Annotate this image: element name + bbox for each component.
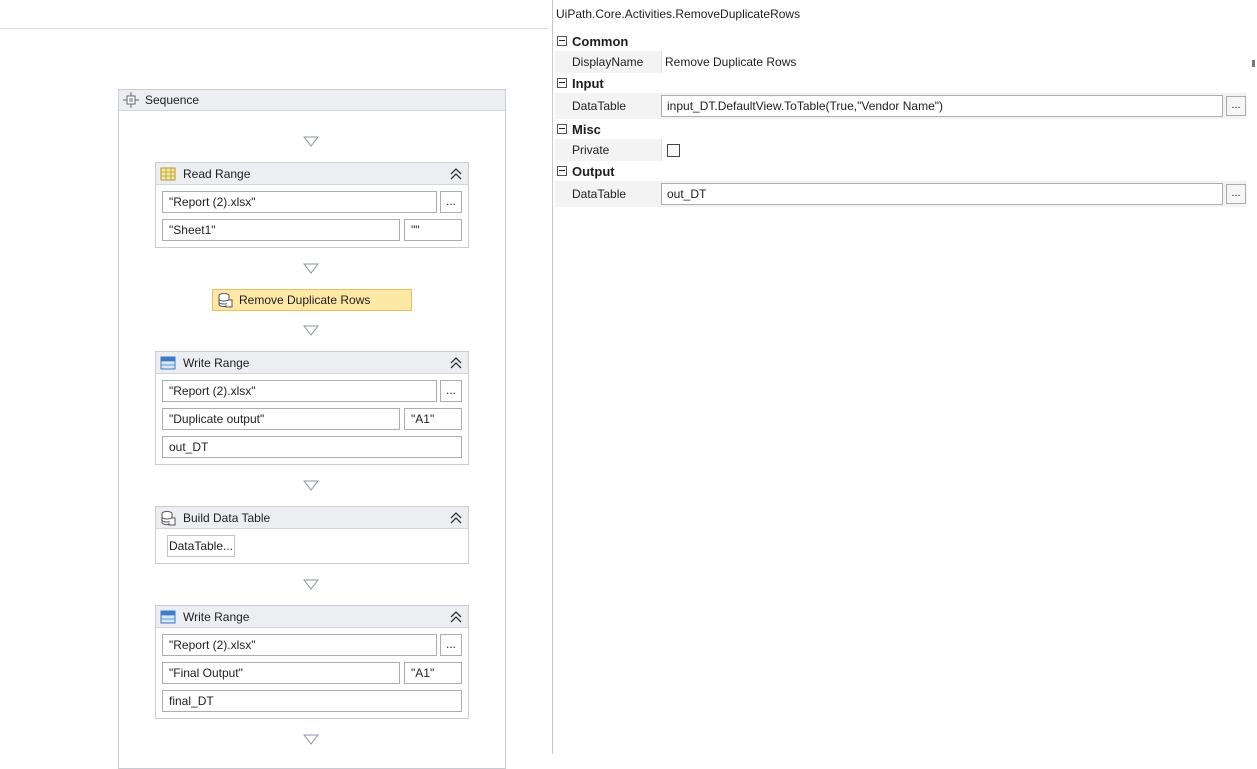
datatable-input[interactable]: final_DT: [162, 690, 462, 712]
property-row-displayname: DisplayName Remove Duplicate Rows: [555, 51, 1247, 73]
property-label: DataTable: [572, 187, 627, 201]
collapse-icon[interactable]: [450, 611, 462, 623]
write-range-header[interactable]: Write Range: [156, 606, 468, 628]
datatable-icon: [161, 510, 176, 525]
write-range-title: Write Range: [183, 609, 250, 624]
category-misc[interactable]: Misc: [555, 119, 1247, 139]
browse-button[interactable]: ...: [440, 380, 462, 402]
sequence-title: Sequence: [145, 93, 200, 107]
write-range-header[interactable]: Write Range: [156, 352, 468, 374]
property-row-private: Private: [555, 139, 1247, 161]
collapse-icon[interactable]: [450, 357, 462, 369]
collapse-minus-icon[interactable]: [557, 166, 567, 176]
property-row-output-datatable: DataTable out_DT ...: [555, 181, 1247, 207]
starting-cell-input[interactable]: "A1": [404, 662, 462, 684]
read-range-title: Read Range: [183, 166, 251, 181]
datatable-input[interactable]: out_DT: [162, 436, 462, 458]
excel-read-icon: [160, 167, 176, 180]
write-range-title: Write Range: [183, 355, 250, 370]
browse-button[interactable]: ...: [440, 191, 462, 213]
excel-write-icon: [160, 610, 176, 623]
write-range-activity[interactable]: Write Range "Report (2).xlsx" ... "Dupli…: [155, 351, 469, 465]
workbook-path-input[interactable]: "Report (2).xlsx": [162, 634, 437, 656]
scrollbar[interactable]: [1252, 60, 1255, 67]
category-label: Common: [572, 33, 629, 49]
collapse-minus-icon[interactable]: [557, 36, 567, 46]
starting-cell-input[interactable]: "A1": [404, 408, 462, 430]
private-value: [661, 139, 1247, 161]
properties-title: UiPath.Core.Activities.RemoveDuplicateRo…: [556, 7, 801, 21]
remove-duplicate-rows-activity[interactable]: Remove Duplicate Rows: [212, 289, 412, 311]
sequence-header[interactable]: Sequence: [119, 90, 505, 111]
designer-toolbar: [0, 0, 548, 29]
range-input[interactable]: "": [404, 219, 462, 241]
category-output[interactable]: Output: [555, 161, 1247, 181]
property-grid: Common DisplayName Remove Duplicate Rows…: [555, 31, 1247, 207]
datatable-button[interactable]: DataTable...: [167, 535, 235, 557]
excel-write-icon: [160, 356, 176, 369]
property-row-input-datatable: DataTable input_DT.DefaultView.ToTable(T…: [555, 93, 1247, 119]
output-datatable-value: out_DT ...: [661, 181, 1247, 207]
input-datatable-value: input_DT.DefaultView.ToTable(True,"Vendo…: [661, 93, 1247, 119]
collapse-icon[interactable]: [450, 512, 462, 524]
browse-button[interactable]: ...: [1226, 96, 1246, 116]
input-datatable-field[interactable]: input_DT.DefaultView.ToTable(True,"Vendo…: [661, 95, 1223, 117]
category-label: Input: [572, 75, 604, 91]
property-label: Private: [572, 143, 610, 157]
displayname-value[interactable]: Remove Duplicate Rows: [661, 51, 1247, 73]
category-label: Output: [572, 163, 615, 179]
browse-button[interactable]: ...: [440, 634, 462, 656]
collapse-icon[interactable]: [450, 168, 462, 180]
build-data-table-header[interactable]: Build Data Table: [156, 507, 468, 529]
workbook-path-input[interactable]: "Report (2).xlsx": [162, 380, 437, 402]
category-label: Misc: [572, 121, 601, 137]
sheet-name-input[interactable]: "Sheet1": [162, 219, 400, 241]
write-range-activity[interactable]: Write Range "Report (2).xlsx" ... "Final…: [155, 605, 469, 719]
workflow-designer: Sequence Read Range "Report (2).xlsx" ..…: [0, 0, 552, 769]
collapse-minus-icon[interactable]: [557, 124, 567, 134]
collapse-minus-icon[interactable]: [557, 78, 567, 88]
category-common[interactable]: Common: [555, 31, 1247, 51]
sequence-icon: [123, 92, 139, 108]
datatable-icon: [218, 293, 233, 308]
category-input[interactable]: Input: [555, 73, 1247, 93]
private-checkbox[interactable]: [667, 143, 680, 157]
property-label: DataTable: [572, 99, 627, 113]
workbook-path-input[interactable]: "Report (2).xlsx": [162, 191, 437, 213]
sheet-name-input[interactable]: "Duplicate output": [162, 408, 400, 430]
sheet-name-input[interactable]: "Final Output": [162, 662, 400, 684]
read-range-activity[interactable]: Read Range "Report (2).xlsx" ... "Sheet1…: [155, 162, 469, 248]
displayname-text[interactable]: Remove Duplicate Rows: [662, 55, 796, 69]
read-range-header[interactable]: Read Range: [156, 163, 468, 185]
build-data-table-title: Build Data Table: [183, 510, 271, 525]
output-datatable-field[interactable]: out_DT: [661, 183, 1223, 205]
browse-button[interactable]: ...: [1226, 184, 1246, 204]
property-label: DisplayName: [572, 55, 644, 69]
properties-panel: UiPath.Core.Activities.RemoveDuplicateRo…: [552, 0, 1257, 754]
remove-duplicate-rows-title: Remove Duplicate Rows: [239, 293, 371, 307]
